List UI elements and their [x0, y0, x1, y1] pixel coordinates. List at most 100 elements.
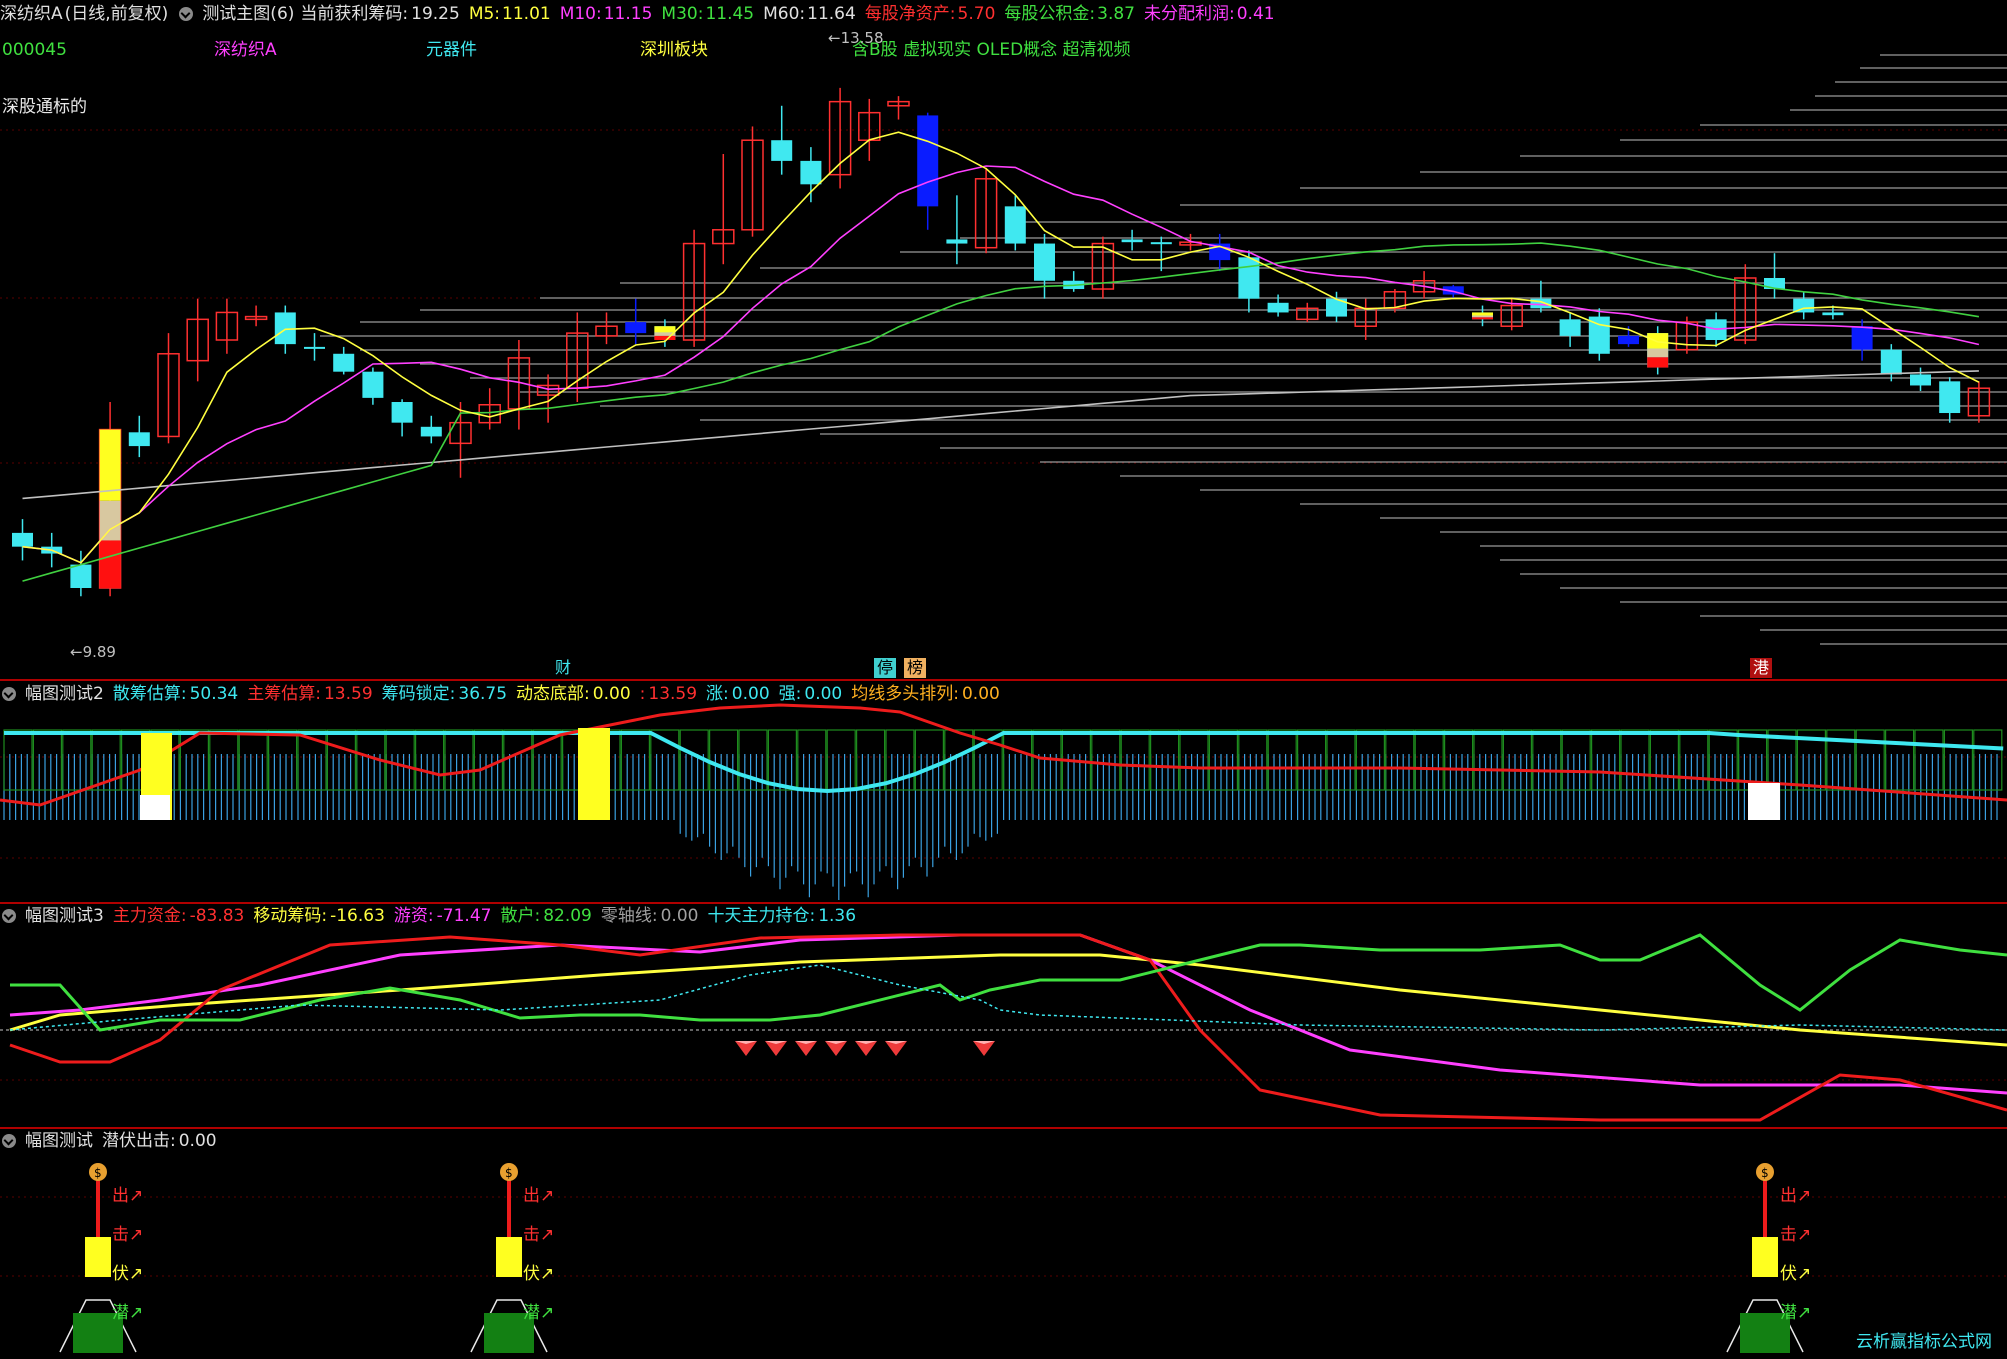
panel2-chip-box	[1914, 729, 1944, 791]
event-tag-hk[interactable]: 港	[1750, 658, 1773, 678]
signal-hide-label-2: 伏↗	[523, 1264, 555, 1284]
ma30-label: M30:	[661, 4, 704, 24]
p2-item-1: 主筹估算: 13.59	[247, 684, 373, 704]
panel3-title[interactable]: 幅图测试3	[25, 905, 104, 927]
candle-body	[304, 346, 325, 349]
candle-body	[771, 140, 793, 161]
signal-lurk-label-1: 潜↗	[112, 1303, 144, 1323]
candle-body	[1822, 312, 1844, 316]
stock-code: 000045	[2, 40, 67, 60]
candles	[12, 87, 1991, 597]
stock-name[interactable]: 深纺织A	[0, 3, 63, 25]
signal-candle-segment	[1647, 348, 1669, 358]
indicator-menu-icon[interactable]	[179, 7, 194, 21]
panel2-white-block-2	[1748, 783, 1780, 820]
signal-hide-label-1: 伏↗	[112, 1264, 144, 1284]
p3-item-4: 零轴线: 0.00	[600, 906, 699, 926]
ma5-label: M5:	[468, 4, 501, 24]
net-asset-label: 每股净资产:	[864, 4, 956, 24]
candle-body	[1004, 206, 1026, 244]
panel2-chip-box	[1355, 729, 1386, 791]
signal-out-label-1: 出↗	[112, 1186, 144, 1206]
panel4-hide-block	[496, 1237, 522, 1277]
signal-hit-label-1: 击↗	[112, 1225, 144, 1245]
candle-body	[1880, 349, 1902, 375]
event-tag-finance[interactable]: 财	[552, 658, 574, 678]
p3-item-5: 十天主力持仓: 1.36	[707, 906, 857, 926]
panel2-chip-box	[1208, 729, 1239, 791]
signal-candle-segment	[99, 500, 121, 541]
panel2-chip-box	[1179, 729, 1209, 791]
ma10-label: M10:	[559, 4, 602, 24]
panel2-chip-box	[1649, 729, 1680, 791]
kline-chart-canvas[interactable]: $ $ $	[0, 0, 2007, 1359]
panel2-menu-icon[interactable]	[2, 687, 16, 701]
signal-candle-segment	[1647, 357, 1669, 368]
indicator-name[interactable]: 测试主图(6)	[202, 3, 294, 25]
panel2-chip-box	[914, 729, 945, 791]
panel3-menu-icon[interactable]	[2, 909, 16, 923]
panel2-white-block-1	[140, 795, 170, 820]
retail-line	[10, 933, 2007, 1032]
signal-candle-segment	[654, 326, 676, 333]
panel2-chip-box	[1620, 729, 1650, 791]
profit-chip-value: 19.25	[411, 4, 460, 24]
candle-body	[128, 432, 150, 447]
ma30-value: 11.45	[705, 4, 755, 24]
panel4-value: 0.00	[178, 1131, 217, 1151]
candle-body	[333, 353, 355, 372]
event-tag-list[interactable]: 榜	[904, 658, 927, 678]
signal-hit-label-2: 击↗	[523, 1225, 555, 1245]
panel2-chip-box	[1532, 729, 1562, 791]
panel2-chip-box	[1943, 729, 1974, 791]
board-tag: 深圳板块	[640, 40, 708, 60]
candle-body	[946, 239, 968, 244]
signal-candle-segment	[1472, 315, 1493, 318]
candle-body	[1121, 239, 1143, 243]
panel2-chip-box	[62, 729, 92, 791]
panel2-chip-box	[620, 729, 651, 791]
event-tag-suspend[interactable]: 停	[874, 658, 897, 678]
money-sign: $	[1761, 1166, 1769, 1180]
candle-body	[1034, 243, 1055, 281]
hk-connect-label: 深股通标的	[2, 97, 87, 117]
p3-item-1: 移动筹码: -16.63	[253, 906, 385, 926]
p2-item-2: 筹码锁定: 36.75	[381, 684, 508, 704]
p2-item-5: 涨: 0.00	[706, 684, 770, 704]
panel4-title[interactable]: 幅图测试	[25, 1130, 93, 1152]
net-asset-value: 5.70	[957, 4, 996, 24]
candle-body	[1150, 242, 1172, 245]
panel4-hide-block	[1752, 1237, 1778, 1277]
panel4-menu-icon[interactable]	[2, 1134, 16, 1148]
p2-item-0: 散筹估算: 50.34	[112, 684, 239, 704]
chip-distribution	[320, 54, 2007, 645]
signal-candle-segment	[1647, 333, 1669, 349]
candle-body	[12, 532, 33, 547]
main-header: 深纺织A (日线,前复权) 测试主图(6) 当前获利筹码: 19.25 M5: …	[0, 3, 1284, 25]
panel4-header: 幅图测试 潜伏出击: 0.00	[0, 1130, 226, 1152]
signal-out-label-3: 出↗	[1780, 1186, 1812, 1206]
candle-body	[391, 402, 413, 423]
main-funds-line	[9, 933, 2007, 1122]
candle-body	[800, 160, 822, 185]
panel2-chip-box	[767, 729, 798, 791]
candle-body	[1618, 335, 1639, 345]
candle-body	[917, 115, 939, 207]
ma60-label: M60:	[763, 4, 806, 24]
ma5-value: 11.01	[502, 4, 551, 24]
candle-body	[1910, 374, 1931, 386]
panel2-chip-box	[1238, 729, 1268, 791]
p2-item-7: 均线多头排列: 0.00	[851, 684, 1000, 704]
p2-item-3: 动态底部: 0.00	[516, 684, 631, 704]
panel2-chip-box	[32, 729, 63, 791]
panel2-yellow-block-2	[578, 728, 610, 820]
candle-body	[1939, 381, 1961, 414]
candle-body	[625, 322, 647, 334]
panel2-title[interactable]: 幅图测试2	[25, 683, 104, 705]
signal-hide-label-3: 伏↗	[1780, 1264, 1812, 1284]
money-sign: $	[505, 1166, 513, 1180]
signal-candle-segment	[99, 540, 121, 588]
period-label[interactable]: (日线,前复权)	[65, 3, 169, 25]
candle-body	[1267, 302, 1289, 313]
panel2-chip-box	[1679, 729, 1709, 791]
